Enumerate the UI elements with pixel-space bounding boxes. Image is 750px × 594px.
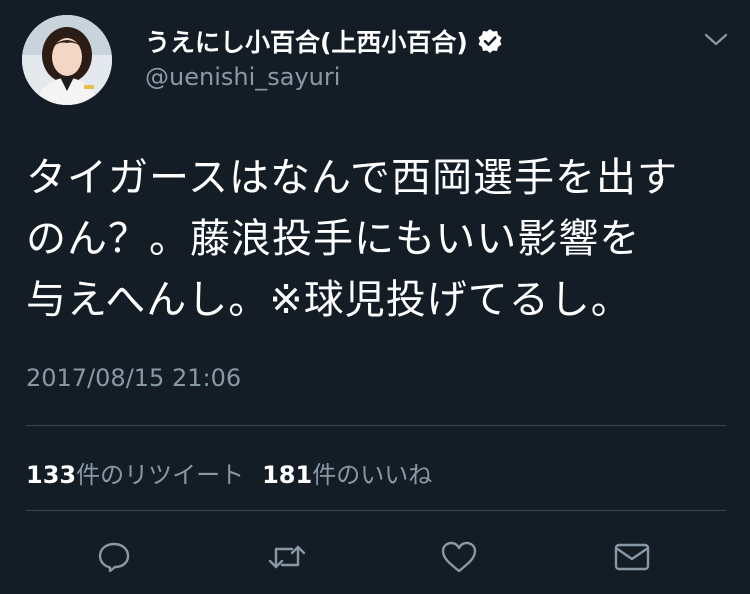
tweet-text-line: 与えへんし。※球児投げてるし。 bbox=[26, 277, 632, 323]
reply-icon bbox=[98, 542, 130, 573]
retweet-button[interactable] bbox=[265, 535, 309, 579]
tweet-text-line: タイガースはなんで西岡選手を出す bbox=[26, 155, 678, 201]
retweet-count[interactable]: 133 bbox=[26, 461, 76, 489]
retweet-icon bbox=[268, 545, 306, 569]
like-button[interactable] bbox=[437, 535, 481, 579]
tweet-timestamp[interactable]: 2017/08/15 21:06 bbox=[26, 364, 241, 392]
like-count-label[interactable]: 件のいいね bbox=[312, 455, 432, 490]
direct-message-icon bbox=[614, 543, 650, 571]
tweet-detail: うえにし小百合(上西小百合) @uenishi_sayuri タイガースはなんで… bbox=[0, 0, 750, 594]
display-name[interactable]: うえにし小百合(上西小百合) bbox=[145, 23, 468, 59]
tweet-text-line: のん？。藤浪投手にもいい影響を bbox=[26, 216, 641, 262]
avatar[interactable] bbox=[22, 15, 112, 105]
divider bbox=[26, 510, 726, 511]
retweet-count-label[interactable]: 件のリツイート bbox=[76, 455, 244, 490]
tweet-text: タイガースはなんで西岡選手を出す のん？。藤浪投手にもいい影響を 与えへんし。※… bbox=[26, 148, 726, 331]
like-count[interactable]: 181 bbox=[262, 461, 312, 489]
direct-message-button[interactable] bbox=[610, 535, 654, 579]
name-row[interactable]: うえにし小百合(上西小百合) bbox=[145, 24, 503, 58]
avatar-image bbox=[22, 15, 112, 105]
chevron-down-icon[interactable] bbox=[702, 30, 730, 50]
reply-button[interactable] bbox=[92, 535, 136, 579]
divider bbox=[26, 425, 726, 426]
action-bar bbox=[0, 535, 750, 585]
engagement-stats: 133 件のリツイート 181 件のいいね bbox=[26, 455, 432, 490]
like-icon bbox=[441, 541, 477, 573]
user-handle[interactable]: @uenishi_sayuri bbox=[145, 63, 340, 91]
verified-badge-icon bbox=[478, 29, 502, 53]
